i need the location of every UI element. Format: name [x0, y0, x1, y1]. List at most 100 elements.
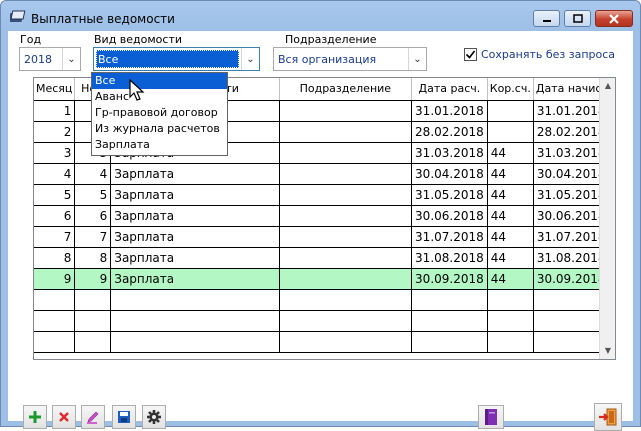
dropdown-option[interactable]: Гр-правовой договор	[92, 105, 227, 121]
table-cell[interactable]: Зарплата	[110, 226, 280, 248]
table-cell[interactable]	[110, 289, 280, 311]
table-cell[interactable]: Зарплата	[110, 247, 280, 269]
col-header-calc-date[interactable]: Дата расч.	[411, 78, 488, 101]
maximize-button[interactable]	[564, 10, 591, 27]
table-cell[interactable]	[411, 331, 488, 353]
table-cell[interactable]: 31.07.2018	[411, 226, 488, 248]
table-cell[interactable]: 30.06.2018	[411, 205, 488, 227]
table-cell[interactable]	[487, 331, 534, 353]
table-cell[interactable]: 31.05.2018	[411, 184, 488, 206]
scroll-down-icon[interactable]: ▼	[600, 343, 616, 359]
save-checkbox-label[interactable]: Сохранять без запроса	[481, 48, 615, 61]
table-row[interactable]	[34, 289, 616, 311]
table-cell[interactable]	[279, 268, 413, 290]
edit-button[interactable]	[81, 405, 105, 429]
table-cell[interactable]	[487, 310, 534, 332]
table-cell[interactable]: 9	[34, 268, 76, 290]
minimize-button[interactable]	[533, 10, 560, 27]
table-cell[interactable]: 7	[74, 226, 112, 248]
table-row[interactable]: 7 7 Зарплата 31.07.2018 44 31.07.2018	[34, 226, 616, 248]
table-cell[interactable]: 7	[34, 226, 76, 248]
table-cell[interactable]: 44	[487, 184, 534, 206]
table-row[interactable]: 4 4 Зарплата 30.04.2018 44 30.04.2018	[34, 163, 616, 185]
table-cell[interactable]	[279, 247, 413, 269]
table-cell[interactable]: 8	[34, 247, 76, 269]
dept-select[interactable]: Вся организация ⌄	[273, 47, 427, 71]
col-header-account[interactable]: Кор.сч.	[487, 78, 534, 101]
table-cell[interactable]	[279, 226, 413, 248]
chevron-down-icon[interactable]: ⌄	[408, 48, 426, 70]
delete-button[interactable]	[52, 405, 76, 429]
table-cell[interactable]: Зарплата	[110, 163, 280, 185]
table-cell[interactable]: Зарплата	[110, 205, 280, 227]
table-cell[interactable]	[487, 121, 534, 143]
dropdown-option[interactable]: Все	[92, 73, 227, 89]
type-select[interactable]: Все ⌄	[93, 47, 260, 71]
table-cell[interactable]: 1	[34, 100, 76, 122]
title-bar[interactable]: Выплатные ведомости	[1, 1, 640, 31]
table-cell[interactable]: 4	[34, 163, 76, 185]
chevron-down-icon[interactable]: ⌄	[62, 48, 80, 70]
table-cell[interactable]: 44	[487, 226, 534, 248]
table-cell[interactable]	[74, 310, 112, 332]
table-cell[interactable]	[34, 331, 76, 353]
save-button[interactable]	[112, 405, 136, 429]
journal-button[interactable]	[478, 405, 504, 429]
table-cell[interactable]: 8	[74, 247, 112, 269]
table-cell[interactable]: 6	[34, 205, 76, 227]
table-cell[interactable]	[279, 184, 413, 206]
save-checkbox[interactable]	[464, 48, 477, 61]
table-cell[interactable]	[411, 289, 488, 311]
table-cell[interactable]	[487, 100, 534, 122]
table-cell[interactable]: 31.08.2018	[411, 247, 488, 269]
table-row[interactable]: 9 9 Зарплата 30.09.2018 44 30.09.2018	[34, 268, 616, 290]
dropdown-option[interactable]: Аванс	[92, 89, 227, 105]
col-header-dept[interactable]: Подразделение	[279, 78, 413, 101]
table-row[interactable]: 6 6 Зарплата 30.06.2018 44 30.06.2018	[34, 205, 616, 227]
dropdown-option[interactable]: Из журнала расчетов	[92, 121, 227, 137]
add-button[interactable]	[23, 405, 47, 429]
table-cell[interactable]	[487, 289, 534, 311]
table-cell[interactable]: 44	[487, 163, 534, 185]
table-cell[interactable]	[34, 289, 76, 311]
table-cell[interactable]: 5	[74, 184, 112, 206]
dropdown-option[interactable]: Зарплата	[92, 137, 227, 153]
table-cell[interactable]: 44	[487, 142, 534, 164]
table-cell[interactable]	[279, 100, 413, 122]
table-cell[interactable]: 44	[487, 268, 534, 290]
close-button[interactable]	[595, 10, 633, 27]
table-row[interactable]	[34, 310, 616, 332]
table-cell[interactable]: Зарплата	[110, 268, 280, 290]
table-row[interactable]: 5 5 Зарплата 31.05.2018 44 31.05.2018	[34, 184, 616, 206]
table-cell[interactable]: 28.02.2018	[411, 121, 488, 143]
table-cell[interactable]	[74, 289, 112, 311]
table-cell[interactable]	[279, 331, 413, 353]
table-cell[interactable]	[279, 205, 413, 227]
table-cell[interactable]	[279, 310, 413, 332]
table-cell[interactable]	[110, 310, 280, 332]
table-cell[interactable]	[74, 331, 112, 353]
table-cell[interactable]	[279, 142, 413, 164]
table-cell[interactable]: 44	[487, 247, 534, 269]
table-cell[interactable]: 30.09.2018	[411, 268, 488, 290]
table-cell[interactable]: 44	[487, 205, 534, 227]
table-cell[interactable]: 5	[34, 184, 76, 206]
table-cell[interactable]: 2	[34, 121, 76, 143]
chevron-down-icon[interactable]: ⌄	[241, 48, 259, 70]
year-select[interactable]: 2018 ⌄	[19, 47, 81, 71]
table-cell[interactable]: 4	[74, 163, 112, 185]
table-cell[interactable]	[279, 163, 413, 185]
table-cell[interactable]: 9	[74, 268, 112, 290]
vertical-scrollbar[interactable]: ▲ ▼	[599, 78, 615, 359]
table-cell[interactable]	[34, 310, 76, 332]
table-cell[interactable]	[110, 331, 280, 353]
table-cell[interactable]	[279, 121, 413, 143]
table-cell[interactable]: 31.01.2018	[411, 100, 488, 122]
table-cell[interactable]: 3	[34, 142, 76, 164]
settings-button[interactable]	[142, 405, 166, 429]
table-cell[interactable]	[411, 310, 488, 332]
type-dropdown-list[interactable]: Все Аванс Гр-правовой договор Из журнала ра…	[91, 72, 228, 156]
table-row[interactable]: 8 8 Зарплата 31.08.2018 44 31.08.2018	[34, 247, 616, 269]
col-header-month[interactable]: Месяц	[34, 78, 76, 101]
scroll-up-icon[interactable]: ▲	[600, 78, 616, 94]
